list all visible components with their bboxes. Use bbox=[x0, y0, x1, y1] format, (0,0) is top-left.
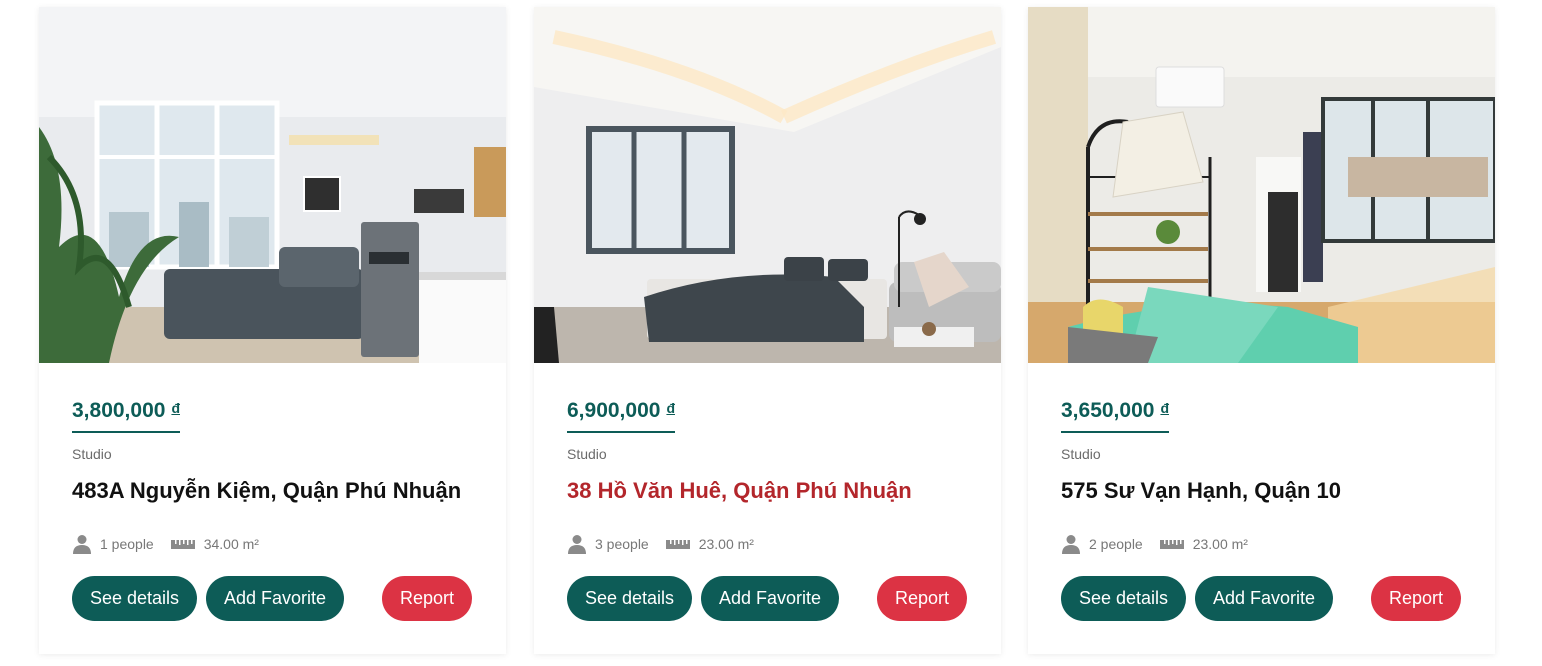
people-count: 3 people bbox=[595, 536, 649, 552]
listing-price: 3,800,000 đ bbox=[72, 399, 180, 433]
report-button[interactable]: Report bbox=[382, 576, 472, 621]
listing-card: 6,900,000 đ Studio 38 Hồ Văn Huê, Quận Ph… bbox=[534, 7, 1001, 654]
add-favorite-button[interactable]: Add Favorite bbox=[701, 576, 839, 621]
price-value: 3,800,000 bbox=[72, 399, 166, 422]
people-count: 1 people bbox=[100, 536, 154, 552]
listing-photo[interactable] bbox=[39, 7, 506, 363]
listing-meta: 1 people 34.00 m² bbox=[72, 533, 275, 555]
listing-card: 3,650,000 đ Studio 575 Sư Vạn Hạnh, Quận … bbox=[1028, 7, 1495, 654]
listing-price: 3,650,000 đ bbox=[1061, 399, 1169, 433]
ruler-icon bbox=[665, 534, 691, 554]
listing-card: 3,800,000 đ Studio 483A Nguyễn Kiệm, Quận… bbox=[39, 7, 506, 654]
add-favorite-button[interactable]: Add Favorite bbox=[1195, 576, 1333, 621]
ruler-icon bbox=[170, 534, 196, 554]
listing-type: Studio bbox=[567, 446, 607, 462]
report-button[interactable]: Report bbox=[877, 576, 967, 621]
currency-symbol: đ bbox=[1160, 400, 1169, 416]
listing-address[interactable]: 575 Sư Vạn Hạnh, Quận 10 bbox=[1061, 478, 1341, 504]
listing-address[interactable]: 38 Hồ Văn Huê, Quận Phú Nhuận bbox=[567, 478, 912, 504]
person-icon bbox=[1061, 534, 1081, 554]
ruler-icon bbox=[1159, 534, 1185, 554]
person-icon bbox=[567, 534, 587, 554]
see-details-button[interactable]: See details bbox=[72, 576, 197, 621]
listing-photo[interactable] bbox=[534, 7, 1001, 363]
currency-symbol: đ bbox=[666, 400, 675, 416]
see-details-button[interactable]: See details bbox=[567, 576, 692, 621]
price-value: 3,650,000 bbox=[1061, 399, 1155, 422]
listing-address[interactable]: 483A Nguyễn Kiệm, Quận Phú Nhuận bbox=[72, 478, 461, 504]
listing-photo[interactable] bbox=[1028, 7, 1495, 363]
listing-grid: 3,800,000 đ Studio 483A Nguyễn Kiệm, Quận… bbox=[39, 7, 1496, 657]
listing-meta: 3 people 23.00 m² bbox=[567, 533, 770, 555]
person-icon bbox=[72, 534, 92, 554]
listing-meta: 2 people 23.00 m² bbox=[1061, 533, 1264, 555]
report-button[interactable]: Report bbox=[1371, 576, 1461, 621]
add-favorite-button[interactable]: Add Favorite bbox=[206, 576, 344, 621]
listing-price: 6,900,000 đ bbox=[567, 399, 675, 433]
area-value: 23.00 m² bbox=[1192, 536, 1248, 552]
people-count: 2 people bbox=[1089, 536, 1143, 552]
currency-symbol: đ bbox=[171, 400, 180, 416]
listing-type: Studio bbox=[1061, 446, 1101, 462]
price-value: 6,900,000 bbox=[567, 399, 661, 422]
area-value: 34.00 m² bbox=[203, 536, 259, 552]
area-value: 23.00 m² bbox=[698, 536, 754, 552]
listing-type: Studio bbox=[72, 446, 112, 462]
see-details-button[interactable]: See details bbox=[1061, 576, 1186, 621]
